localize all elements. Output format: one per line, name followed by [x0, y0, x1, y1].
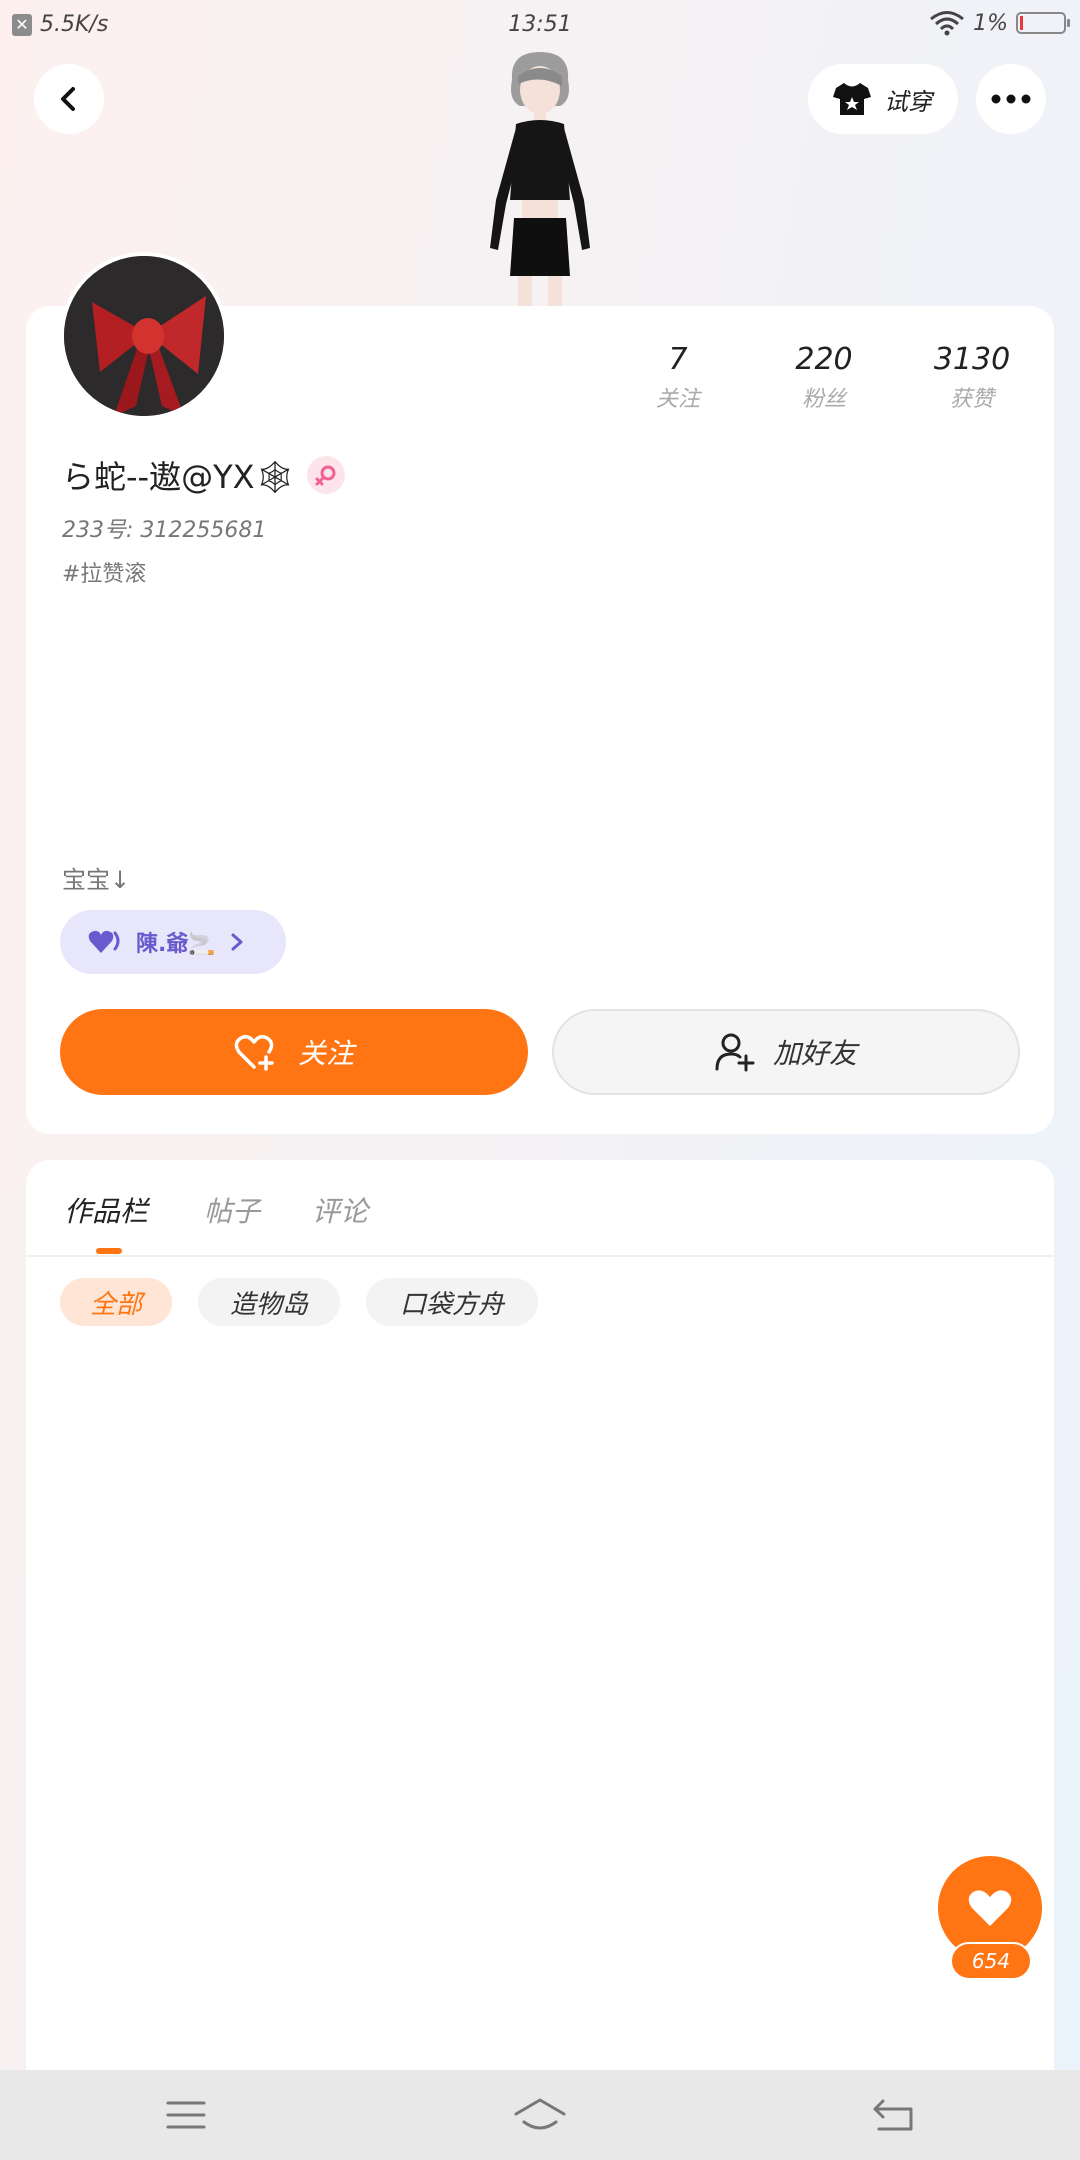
- try-on-label: 试穿: [884, 87, 932, 116]
- clock: 13:51: [508, 12, 572, 37]
- add-friend-button[interactable]: 加好友: [552, 1009, 1020, 1095]
- filter-all[interactable]: 全部: [60, 1278, 172, 1326]
- content-card: [26, 1160, 1054, 2080]
- home-icon: [514, 2098, 566, 2130]
- like-count: 654: [950, 1942, 1032, 1980]
- stat-fans[interactable]: 220 粉丝: [764, 342, 884, 413]
- red-bow-image: [64, 256, 224, 416]
- content-tabs: 作品栏 帖子 评论: [0, 1186, 1080, 1256]
- battery-percent: 1%: [973, 10, 1008, 36]
- return-icon: [873, 2099, 913, 2131]
- heart-icon: [968, 1890, 1012, 1926]
- heart-plus-icon: [234, 1034, 274, 1071]
- add-friend-label: 加好友: [772, 1037, 857, 1070]
- menu-button[interactable]: [156, 2090, 216, 2140]
- status-bar: ✕ 5.5K/s 13:51 1%: [0, 0, 1080, 50]
- stat-label: 获赞: [949, 387, 994, 412]
- relationship-label: 宝宝↓: [62, 866, 131, 894]
- avatar-figure: [490, 52, 590, 306]
- status-right: 1%: [929, 10, 1070, 36]
- shirt-icon: [833, 83, 871, 115]
- divider: [26, 1255, 1054, 1257]
- username: ら蛇--遨@YX🕸: [62, 458, 296, 496]
- filter-creation-island[interactable]: 造物岛: [198, 1278, 340, 1326]
- more-dots-icon: [991, 94, 1031, 104]
- female-icon: [307, 456, 346, 494]
- more-button[interactable]: [976, 64, 1046, 134]
- try-on-button[interactable]: 试穿: [808, 64, 958, 134]
- menu-icon: [166, 2101, 206, 2129]
- linked-friend-name: 陳.爺🚬: [136, 932, 216, 957]
- tab-comments[interactable]: 评论: [312, 1190, 368, 1230]
- stat-label: 关注: [655, 387, 700, 412]
- avatar[interactable]: [60, 252, 228, 420]
- active-tab-indicator: [96, 1248, 122, 1254]
- follow-label: 关注: [297, 1037, 354, 1070]
- stat-likes[interactable]: 3130 获赞: [912, 342, 1032, 413]
- username-row: ら蛇--遨@YX🕸: [62, 452, 346, 498]
- stat-following[interactable]: 7 关注: [618, 342, 738, 413]
- user-id: 233号: 312255681: [62, 518, 267, 543]
- back-button[interactable]: [34, 64, 104, 134]
- stat-value: 220: [795, 342, 853, 377]
- battery-icon: [1016, 12, 1070, 34]
- chevron-right-icon: [231, 933, 243, 951]
- stat-value: 7: [668, 342, 688, 377]
- linked-friend-chip[interactable]: 陳.爺🚬: [60, 910, 286, 974]
- tab-posts[interactable]: 帖子: [204, 1190, 260, 1230]
- filter-pocket-ark[interactable]: 口袋方舟: [366, 1278, 538, 1326]
- add-user-icon: [715, 1033, 755, 1072]
- wifi-icon: [930, 11, 965, 36]
- follow-button[interactable]: 关注: [60, 1009, 528, 1095]
- stat-value: 3130: [933, 342, 1011, 377]
- profile-tag: #拉赞滚: [62, 562, 147, 587]
- tab-works[interactable]: 作品栏: [64, 1190, 148, 1230]
- chevron-left-icon: [61, 87, 75, 111]
- heart-icon: [88, 930, 120, 953]
- stat-label: 粉丝: [801, 387, 846, 412]
- system-nav-bar: [0, 2070, 1080, 2160]
- home-button[interactable]: [510, 2090, 570, 2140]
- back-nav-button[interactable]: [864, 2090, 924, 2140]
